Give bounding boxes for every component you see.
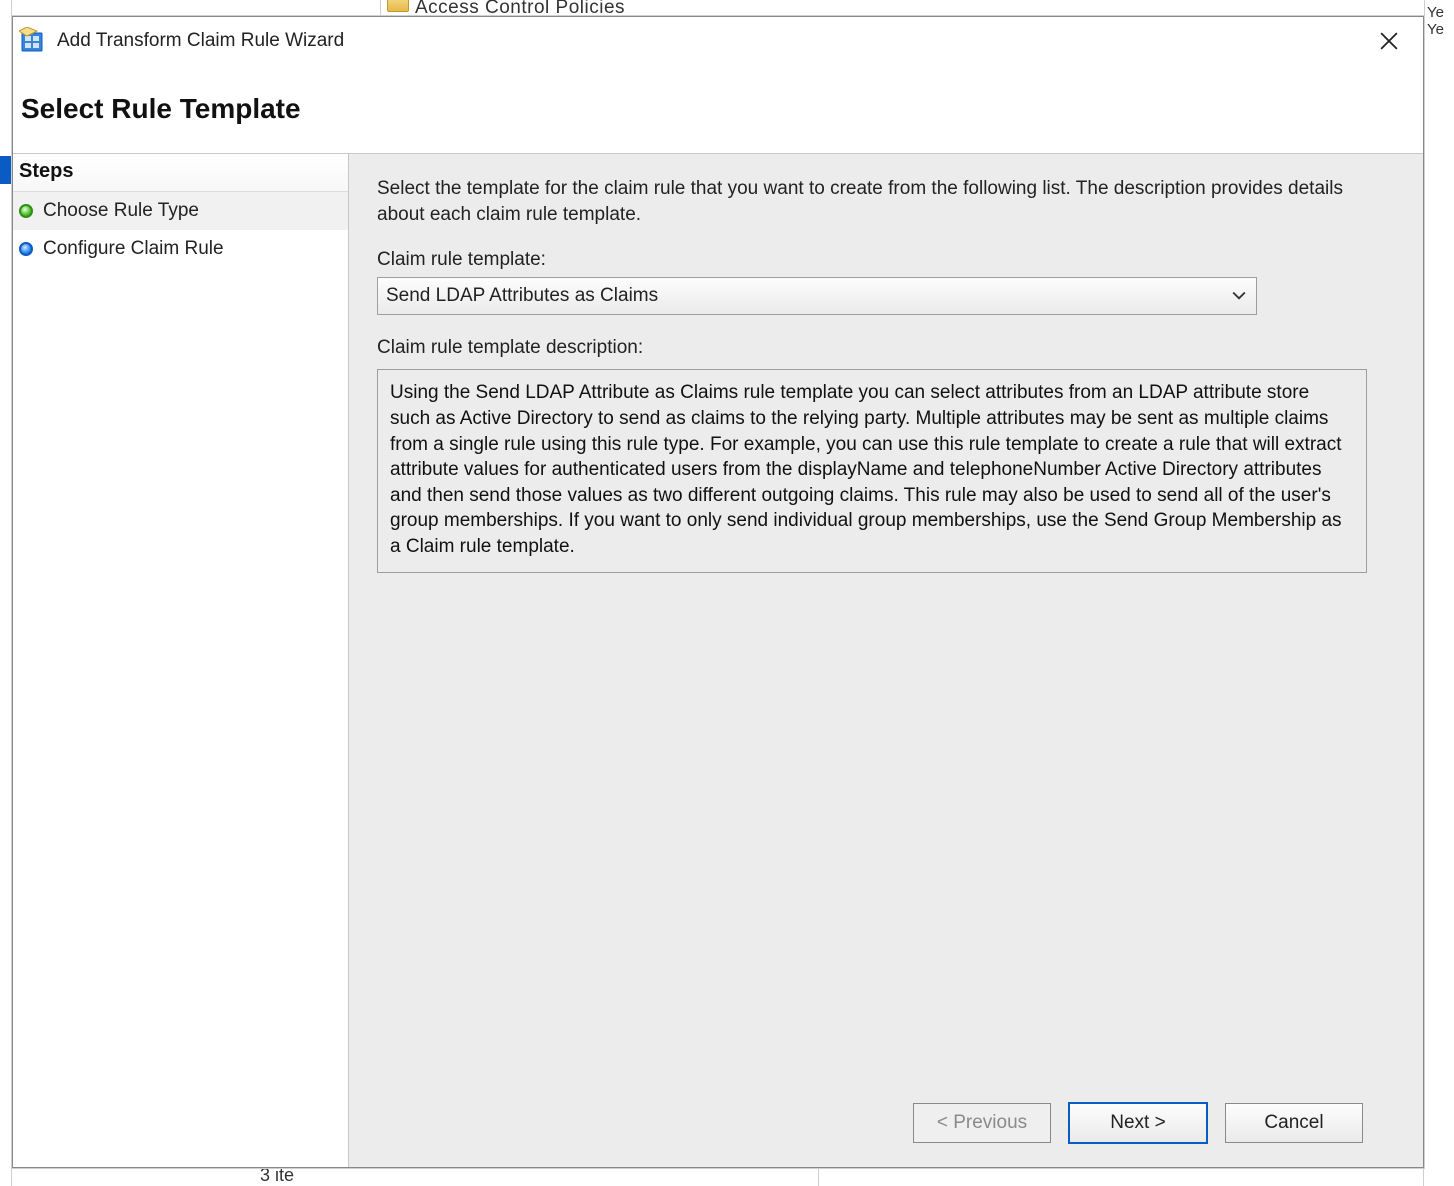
content-spacer bbox=[377, 573, 1389, 1095]
dropdown-selected-value: Send LDAP Attributes as Claims bbox=[386, 285, 658, 307]
titlebar: Add Transform Claim Rule Wizard bbox=[13, 17, 1423, 65]
background-tree-selection bbox=[0, 156, 12, 184]
dialog-title: Add Transform Claim Rule Wizard bbox=[57, 30, 1365, 52]
background-right-fragment: Ye bbox=[1427, 4, 1452, 21]
page-title: Select Rule Template bbox=[21, 93, 1423, 125]
close-button[interactable] bbox=[1365, 21, 1413, 61]
step-bullet-pending-icon bbox=[19, 242, 33, 256]
step-bullet-current-icon bbox=[19, 204, 33, 218]
step-choose-rule-type[interactable]: Choose Rule Type bbox=[13, 192, 348, 230]
claim-rule-template-dropdown[interactable]: Send LDAP Attributes as Claims bbox=[377, 277, 1257, 315]
background-tree-item: Access Control Policies bbox=[380, 0, 840, 16]
dialog-header: Select Rule Template bbox=[13, 65, 1423, 153]
cancel-button[interactable]: Cancel bbox=[1225, 1103, 1363, 1143]
instruction-text: Select the template for the claim rule t… bbox=[377, 176, 1389, 227]
close-icon bbox=[1380, 32, 1398, 50]
wizard-footer: < Previous Next > Cancel bbox=[377, 1095, 1389, 1167]
step-label: Configure Claim Rule bbox=[43, 238, 224, 260]
chevron-down-icon bbox=[1232, 288, 1246, 304]
folder-icon bbox=[387, 0, 409, 12]
step-configure-claim-rule[interactable]: Configure Claim Rule bbox=[13, 230, 348, 268]
step-label: Choose Rule Type bbox=[43, 200, 199, 222]
steps-heading: Steps bbox=[13, 154, 348, 192]
template-label: Claim rule template: bbox=[377, 249, 1389, 271]
dialog-body: Steps Choose Rule Type Configure Claim R… bbox=[13, 153, 1423, 1167]
template-description: Using the Send LDAP Attribute as Claims … bbox=[377, 369, 1367, 572]
background-right-fragment: Ye bbox=[1427, 21, 1452, 38]
wizard-dialog: Add Transform Claim Rule Wizard Select R… bbox=[12, 16, 1424, 1168]
description-label: Claim rule template description: bbox=[377, 337, 1389, 359]
background-right-pane: Ye Ye bbox=[1424, 0, 1454, 80]
background-tree-strip bbox=[0, 0, 12, 1186]
steps-sidebar: Steps Choose Rule Type Configure Claim R… bbox=[13, 154, 349, 1167]
wizard-icon bbox=[19, 27, 47, 55]
next-button[interactable]: Next > bbox=[1069, 1103, 1207, 1143]
content-pane: Select the template for the claim rule t… bbox=[349, 154, 1423, 1167]
previous-button: < Previous bbox=[913, 1103, 1051, 1143]
background-divider bbox=[818, 1168, 819, 1186]
background-status-fragment: 3 ite bbox=[260, 1165, 294, 1186]
background-divider bbox=[1423, 1168, 1424, 1186]
